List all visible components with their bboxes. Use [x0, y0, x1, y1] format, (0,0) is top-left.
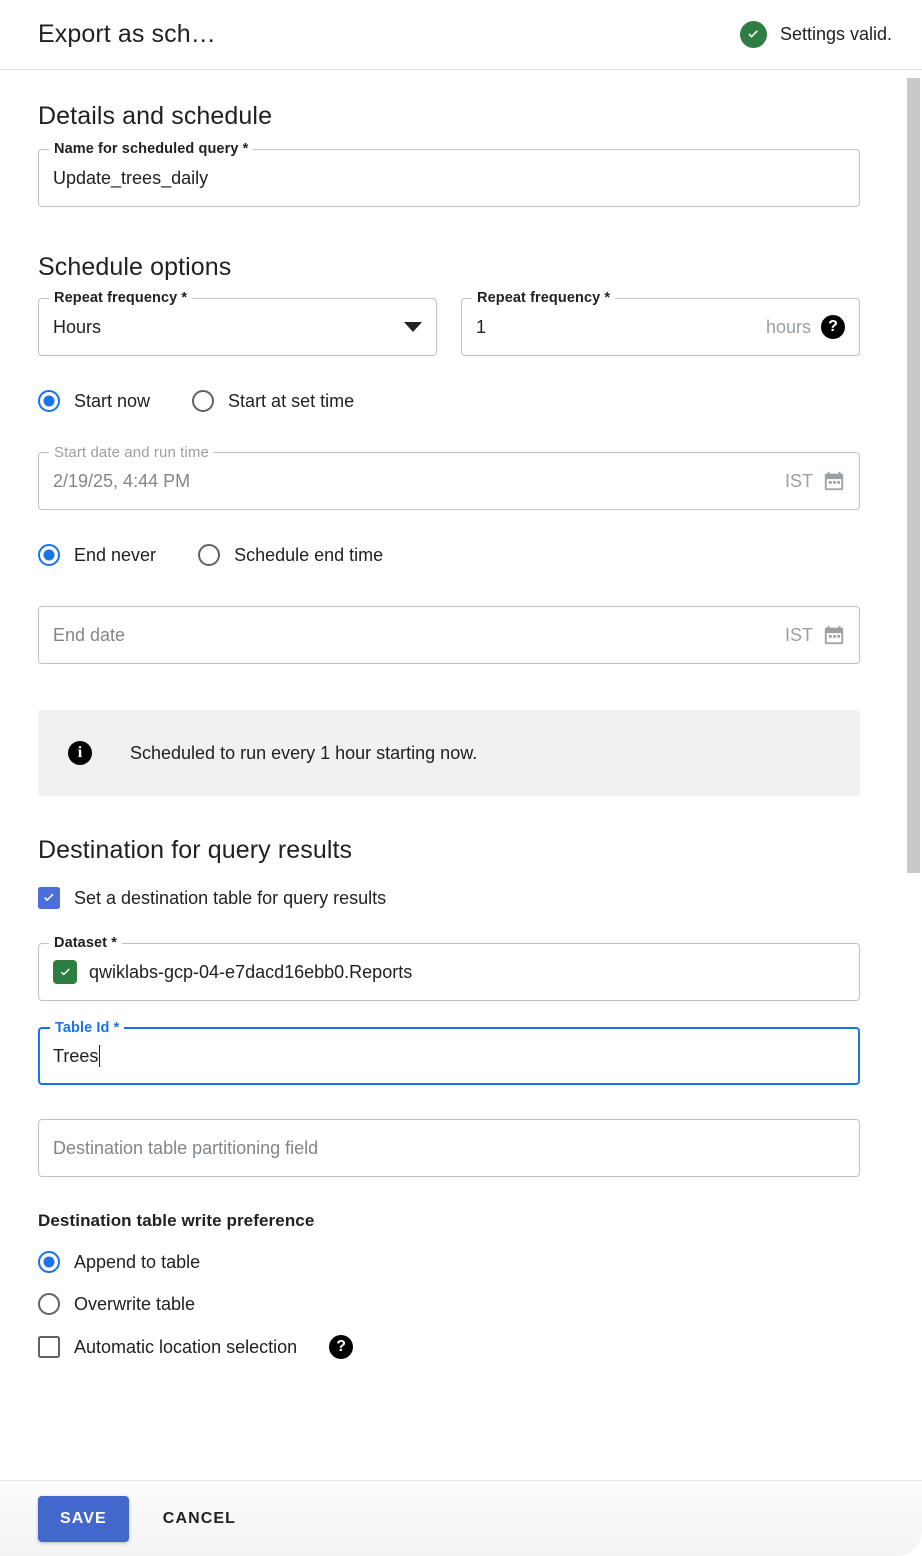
scrollbar-thumb[interactable]: [907, 78, 920, 873]
radio-label: End never: [74, 544, 157, 565]
start-date-value: 2/19/25, 4:44 PM: [53, 470, 191, 491]
section-title-schedule: Schedule options: [38, 253, 232, 281]
start-date-label: Start date and run time: [49, 444, 214, 461]
repeat-frequency-unit-select[interactable]: Repeat frequency * Hours: [38, 290, 437, 356]
repeat-frequency-unit-suffix: hours: [765, 316, 811, 337]
checkbox-set-destination-table[interactable]: Set a destination table for query result…: [38, 887, 860, 909]
start-date-timezone: IST: [784, 470, 813, 491]
partitioning-field-placeholder: Destination table partitioning field: [53, 1137, 319, 1158]
table-id-value: Trees: [53, 1045, 99, 1066]
text-cursor: [99, 1045, 101, 1067]
radio-indicator: [38, 544, 60, 566]
radio-label: Append to table: [74, 1251, 201, 1272]
schedule-info-banner: i Scheduled to run every 1 hour starting…: [38, 710, 860, 796]
radio-indicator: [38, 1251, 60, 1273]
info-icon: i: [68, 741, 92, 765]
write-preference-label: Destination table write preference: [38, 1211, 315, 1230]
write-preference-radio-group: Append to table Overwrite table: [38, 1251, 860, 1315]
settings-status: Settings valid.: [739, 21, 898, 48]
page-title: Export as sch…: [38, 20, 216, 48]
schedule-info-text: Scheduled to run every 1 hour starting n…: [130, 742, 478, 763]
repeat-frequency-value-text: 1: [476, 316, 487, 337]
radio-label: Overwrite table: [74, 1293, 196, 1314]
section-title-destination: Destination for query results: [38, 836, 353, 864]
scrollbar-track[interactable]: [906, 70, 922, 1480]
radio-overwrite-table[interactable]: Overwrite table: [38, 1293, 860, 1315]
dialog-header: Export as sch… Settings valid.: [0, 0, 922, 70]
repeat-frequency-unit-label: Repeat frequency *: [49, 290, 193, 306]
checkbox-automatic-location-selection[interactable]: Automatic location selection ?: [38, 1335, 860, 1359]
partitioning-field-input[interactable]: Destination table partitioning field: [38, 1119, 860, 1177]
check-circle-icon: [739, 21, 767, 48]
dialog-footer: SAVE CANCEL: [0, 1480, 922, 1556]
dataset-valid-check-icon: [53, 960, 77, 984]
end-date-field[interactable]: End date IST: [38, 606, 860, 664]
section-title-details: Details and schedule: [38, 102, 273, 130]
end-option-radio-group: End never Schedule end time: [38, 544, 860, 566]
table-id-label: Table Id *: [50, 1020, 125, 1036]
radio-start-now[interactable]: Start now: [38, 390, 150, 412]
checkbox-indicator: [38, 1336, 60, 1358]
checkbox-label: Set a destination table for query result…: [74, 887, 387, 908]
calendar-icon[interactable]: [823, 624, 845, 646]
help-icon[interactable]: ?: [821, 315, 845, 339]
table-id-field[interactable]: Table Id * Trees: [38, 1020, 860, 1085]
start-date-and-run-time-field: Start date and run time 2/19/25, 4:44 PM…: [38, 444, 860, 510]
radio-indicator: [38, 1293, 60, 1315]
radio-indicator: [38, 390, 60, 412]
save-button[interactable]: SAVE: [38, 1495, 129, 1542]
end-date-timezone: IST: [784, 624, 813, 645]
export-scheduled-query-dialog: Export as sch… Settings valid. Details a…: [0, 0, 922, 1556]
radio-label: Start now: [74, 390, 151, 411]
start-option-radio-group: Start now Start at set time: [38, 390, 860, 412]
radio-indicator: [192, 390, 215, 412]
chevron-down-icon[interactable]: [404, 322, 422, 332]
checkbox-indicator: [38, 887, 60, 909]
end-date-placeholder: End date: [53, 624, 126, 645]
help-icon[interactable]: ?: [329, 1335, 354, 1359]
scheduled-query-name-field[interactable]: Name for scheduled query * Update_trees_…: [38, 141, 860, 207]
radio-end-never[interactable]: End never: [38, 544, 156, 566]
dialog-scroll-body: Details and schedule Name for scheduled …: [0, 70, 922, 1480]
dataset-value: qwiklabs-gcp-04-e7dacd16ebb0.Reports: [89, 961, 413, 982]
scheduled-query-name-value: Update_trees_daily: [53, 167, 209, 188]
calendar-icon: [823, 470, 845, 492]
radio-indicator: [198, 544, 221, 566]
radio-start-at-set-time[interactable]: Start at set time: [192, 390, 354, 412]
checkbox-label: Automatic location selection: [74, 1336, 298, 1357]
radio-append-to-table[interactable]: Append to table: [38, 1251, 860, 1273]
dataset-label: Dataset *: [49, 935, 122, 951]
settings-status-label: Settings valid.: [779, 24, 892, 44]
cancel-button[interactable]: CANCEL: [147, 1496, 252, 1542]
scheduled-query-name-label: Name for scheduled query *: [49, 141, 254, 157]
repeat-frequency-value-label: Repeat frequency *: [472, 290, 616, 306]
dataset-field[interactable]: Dataset * qwiklabs-gcp-04-e7dacd16ebb0.R…: [38, 935, 860, 1001]
radio-schedule-end-time[interactable]: Schedule end time: [198, 544, 383, 566]
radio-label: Schedule end time: [234, 544, 384, 565]
radio-label: Start at set time: [228, 390, 355, 411]
repeat-frequency-value-input[interactable]: Repeat frequency * 1 hours ?: [461, 290, 860, 356]
repeat-frequency-row: Repeat frequency * Hours Repeat frequenc…: [38, 290, 860, 356]
repeat-frequency-unit-value: Hours: [53, 316, 102, 337]
